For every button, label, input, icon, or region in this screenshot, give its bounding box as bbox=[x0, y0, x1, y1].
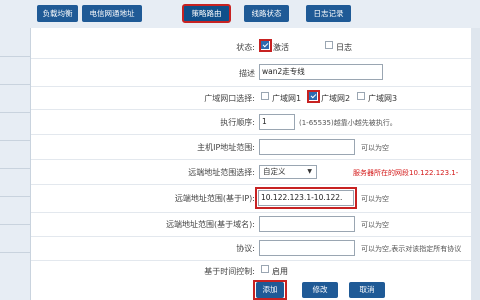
chevron-down-icon: ▼ bbox=[307, 168, 312, 175]
protocol-label: 协议: bbox=[236, 244, 255, 253]
description-label: 描述 bbox=[239, 69, 255, 78]
tab-policy-routing[interactable]: 策略路由 bbox=[182, 4, 231, 23]
wan2-checkbox[interactable] bbox=[309, 92, 317, 100]
divider bbox=[0, 196, 30, 197]
divider bbox=[0, 252, 30, 253]
host-ip-hint: 可以为空 bbox=[361, 144, 389, 152]
dest-select-label: 远端地址范围选择: bbox=[188, 168, 255, 177]
dest-domain-hint: 可以为空 bbox=[361, 221, 389, 229]
cancel-button[interactable]: 取消 bbox=[349, 282, 385, 298]
dest-domain-label: 远端地址范围(基于域名): bbox=[166, 220, 255, 229]
divider bbox=[0, 56, 30, 57]
protocol-hint: 可以为空,表示对该指定所有协议 bbox=[361, 245, 462, 253]
divider bbox=[0, 112, 30, 113]
divider bbox=[31, 58, 471, 59]
dest-range-select-value: 自定义 bbox=[263, 167, 286, 176]
order-input[interactable]: 1 bbox=[259, 114, 295, 130]
divider bbox=[0, 224, 30, 225]
dest-range-select[interactable]: 自定义 ▼ bbox=[259, 165, 317, 179]
wan-select-row: 广域网口选择: 广域网1 广域网2 广域网3 bbox=[31, 90, 471, 105]
status-enabled-label: 激活 bbox=[273, 43, 289, 52]
status-log-label: 日志 bbox=[336, 43, 352, 52]
dest-ip-input[interactable]: 10.122.123.1-10.122. bbox=[258, 190, 354, 206]
left-strip bbox=[0, 28, 30, 300]
time-enable-label: 启用 bbox=[272, 267, 288, 276]
wan3-checkbox[interactable] bbox=[357, 92, 365, 100]
dest-domain-input[interactable] bbox=[259, 216, 355, 232]
divider bbox=[31, 159, 471, 160]
time-control-label: 基于时间控制: bbox=[204, 267, 255, 276]
tab-log[interactable]: 日志记录 bbox=[306, 5, 351, 22]
dest-select-row: 远端地址范围选择: 自定义 ▼ 服务器所在的网段10.122.123.1- bbox=[31, 164, 471, 180]
dest-domain-row: 远端地址范围(基于域名): 可以为空 bbox=[31, 216, 471, 232]
tab-line-status[interactable]: 线路状态 bbox=[244, 5, 289, 22]
wan3-label: 广域网3 bbox=[368, 94, 398, 103]
tab-telecom-address[interactable]: 电信网通地址 bbox=[82, 5, 142, 22]
host-ip-label: 主机IP地址范围: bbox=[197, 143, 255, 152]
divider bbox=[0, 84, 30, 85]
dest-ip-hint: 可以为空 bbox=[361, 195, 389, 203]
divider bbox=[31, 184, 471, 185]
divider bbox=[31, 260, 471, 261]
time-control-row: 基于时间控制: 启用 bbox=[31, 264, 471, 278]
dest-note: 服务器所在的网段10.122.123.1- bbox=[353, 169, 459, 177]
host-ip-input[interactable] bbox=[259, 139, 355, 155]
divider bbox=[0, 140, 30, 141]
tab-bar: 负载均衡 电信网通地址 策略路由 线路状态 日志记录 bbox=[0, 0, 480, 28]
description-input[interactable]: wan2走专线 bbox=[259, 64, 383, 80]
divider bbox=[31, 109, 471, 110]
wan2-label: 广域网2 bbox=[321, 94, 351, 103]
time-enable-checkbox[interactable] bbox=[261, 265, 269, 273]
wan1-checkbox[interactable] bbox=[261, 92, 269, 100]
order-hint: (1-65535)越靠小越先被执行。 bbox=[299, 119, 397, 127]
tab-load-balance[interactable]: 负载均衡 bbox=[37, 5, 78, 22]
divider bbox=[31, 212, 471, 213]
divider bbox=[31, 134, 471, 135]
order-row: 执行顺序: 1 (1-65535)越靠小越先被执行。 bbox=[31, 114, 471, 130]
modify-button[interactable]: 修改 bbox=[302, 282, 338, 298]
wan1-label: 广域网1 bbox=[272, 94, 302, 103]
dest-ip-row: 远端地址范围(基于IP): 10.122.123.1-10.122. 可以为空 bbox=[31, 187, 471, 209]
divider bbox=[0, 168, 30, 169]
policy-route-form: 状态: 激活 日志 描述 wan2走专线 广域网口选择: 广域网1 广域网2 广… bbox=[30, 28, 471, 300]
protocol-input[interactable] bbox=[259, 240, 355, 256]
add-button[interactable]: 添加 bbox=[256, 282, 284, 298]
status-label: 状态: bbox=[236, 43, 255, 52]
description-row: 描述 wan2走专线 bbox=[31, 64, 471, 82]
protocol-row: 协议: 可以为空,表示对该指定所有协议 bbox=[31, 240, 471, 256]
host-ip-row: 主机IP地址范围: 可以为空 bbox=[31, 139, 471, 155]
status-enabled-checkbox[interactable] bbox=[261, 41, 269, 49]
status-row: 状态: 激活 日志 bbox=[31, 39, 471, 54]
dest-ip-label: 远端地址范围(基于IP): bbox=[174, 194, 255, 203]
wan-select-label: 广域网口选择: bbox=[204, 94, 255, 103]
status-log-checkbox[interactable] bbox=[325, 41, 333, 49]
divider bbox=[31, 86, 471, 87]
order-label: 执行顺序: bbox=[220, 118, 255, 127]
divider bbox=[31, 236, 471, 237]
